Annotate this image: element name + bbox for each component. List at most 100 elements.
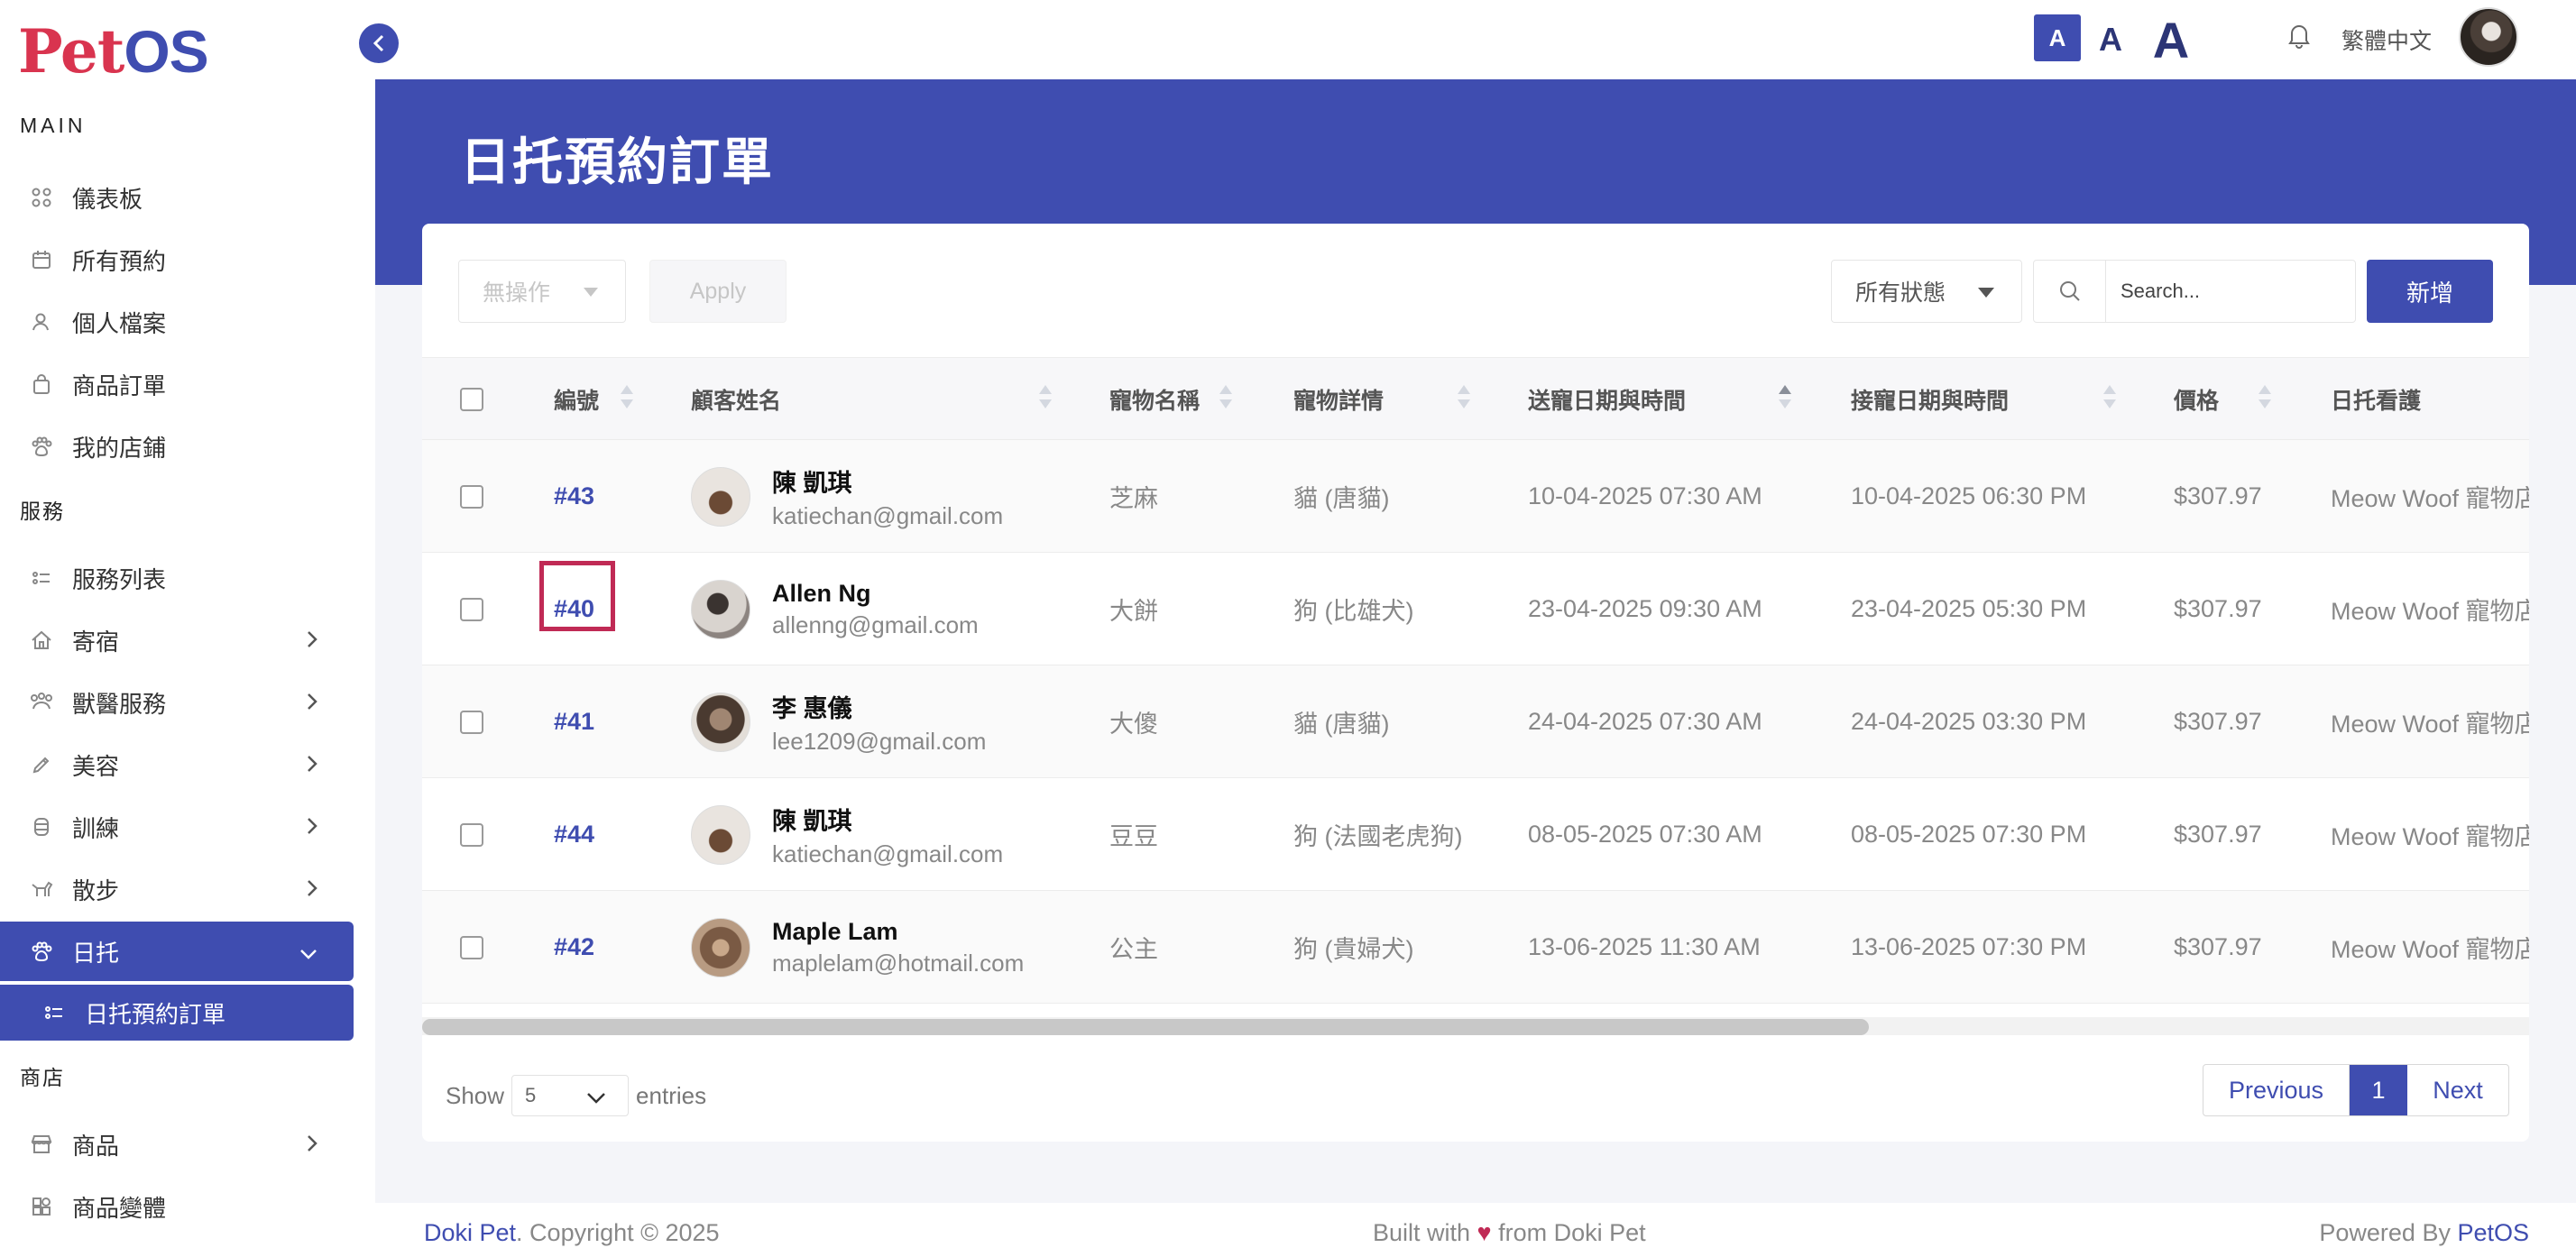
sidebar-item-daycare-orders[interactable]: 日托預約訂單	[0, 985, 354, 1041]
sort-icon[interactable]	[1458, 385, 1470, 412]
sidebar-item-all-bookings[interactable]: 所有預約	[0, 230, 354, 289]
order-id-link[interactable]: #44	[554, 778, 594, 891]
sort-asc-icon[interactable]	[1779, 385, 1791, 412]
daycare-carer: Meow Woof 寵物店	[2331, 485, 2529, 512]
search-input[interactable]	[2106, 280, 2350, 303]
select-all-checkbox[interactable]	[460, 358, 483, 441]
page-size-select[interactable]: 5	[511, 1075, 630, 1116]
chevron-down-icon	[586, 1087, 606, 1110]
col-pickup[interactable]: 接寵日期與時間	[1851, 358, 2009, 441]
pickup-datetime: 13-06-2025 07:30 PM	[1851, 933, 2087, 960]
footer-powered-by: Powered By PetOS	[2319, 1219, 2529, 1247]
row-checkbox[interactable]	[460, 665, 483, 778]
page-size-value: 5	[525, 1084, 537, 1106]
col-pet-name[interactable]: 寵物名稱	[1109, 358, 1200, 441]
row-checkbox[interactable]	[460, 891, 483, 1004]
chevron-down-icon	[299, 938, 317, 966]
search-icon	[2034, 261, 2106, 322]
dropoff-datetime: 23-04-2025 09:30 AM	[1528, 595, 1762, 622]
sidebar-item-my-shop[interactable]: 我的店鋪	[0, 417, 354, 476]
daycare-carer: Meow Woof 寵物店	[2331, 936, 2529, 963]
footer-copyright: Doki Pet. Copyright © 2025	[424, 1219, 720, 1247]
sidebar-item-training[interactable]: 訓練	[0, 797, 354, 857]
row-checkbox[interactable]	[460, 553, 483, 665]
search-box	[2033, 260, 2356, 323]
table-row[interactable]: #44 陳 凱琪 katiechan@gmail.com 豆豆 狗 (法國老虎狗)…	[422, 778, 2529, 891]
customer-name: 李 惠儀	[772, 694, 852, 722]
bulk-action-select[interactable]: 無操作	[458, 260, 626, 323]
collapse-sidebar-button[interactable]	[359, 23, 399, 63]
customer-cell: Maple Lam maplelam@hotmail.com	[691, 891, 1024, 1004]
sidebar-item-label: 服務列表	[72, 565, 167, 593]
customer-email: maplelam@hotmail.com	[772, 949, 1025, 977]
customer-cell: 陳 凱琪 katiechan@gmail.com	[691, 778, 1003, 891]
caret-down-icon	[584, 288, 598, 297]
bell-icon[interactable]	[2287, 22, 2311, 52]
sidebar-item-vet[interactable]: 獸醫服務	[0, 673, 354, 732]
customer-avatar	[691, 579, 750, 639]
grid-icon	[23, 188, 60, 207]
col-carer[interactable]: 日托看護	[2331, 358, 2421, 441]
order-id-link[interactable]: #41	[554, 665, 594, 778]
col-id[interactable]: 編號	[554, 358, 599, 441]
col-pet-detail[interactable]: 寵物詳情	[1293, 358, 1384, 441]
customer-avatar	[691, 466, 750, 527]
previous-page-button[interactable]: Previous	[2203, 1065, 2350, 1115]
row-checkbox[interactable]	[460, 778, 483, 891]
daycare-carer: Meow Woof 寵物店	[2331, 823, 2529, 850]
sidebar-item-service-list[interactable]: 服務列表	[0, 548, 354, 608]
list-icon	[36, 1003, 72, 1023]
sidebar-item-products[interactable]: 商品	[0, 1115, 354, 1174]
house-icon	[23, 630, 60, 650]
page-1-button[interactable]: 1	[2350, 1065, 2407, 1115]
font-size-medium-button[interactable]: A	[2093, 0, 2129, 79]
language-selector[interactable]: 繁體中文	[2341, 23, 2432, 56]
col-dropoff[interactable]: 送寵日期與時間	[1528, 358, 1686, 441]
pet-name: 豆豆	[1109, 823, 1158, 850]
table-header: 編號 顧客姓名 寵物名稱 寵物詳情 送寵日期與時間 接寵日期與時間 價格 日托看…	[422, 357, 2529, 440]
sort-icon[interactable]	[1039, 385, 1052, 412]
sidebar-item-daycare[interactable]: 日托	[0, 922, 354, 981]
table-row[interactable]: #40 Allen Ng allenng@gmail.com 大餅 狗 (比雄犬)…	[422, 553, 2529, 665]
sidebar-item-product-orders[interactable]: 商品訂單	[0, 354, 354, 414]
sort-icon[interactable]	[2259, 385, 2271, 412]
highlight-box	[539, 561, 615, 631]
status-filter-select[interactable]: 所有狀態	[1831, 260, 2022, 323]
store-icon	[23, 1134, 60, 1154]
petos-logo[interactable]: PetOS	[18, 16, 209, 87]
col-price[interactable]: 價格	[2174, 358, 2219, 441]
footer-company-link[interactable]: Doki Pet	[424, 1219, 516, 1246]
sort-icon[interactable]	[1219, 385, 1232, 412]
section-shop: 商店	[20, 1066, 65, 1089]
user-avatar[interactable]	[2459, 7, 2518, 67]
pet-name: 大傻	[1109, 711, 1158, 738]
sidebar-item-label: 美容	[72, 752, 120, 780]
row-checkbox[interactable]	[460, 440, 483, 553]
footer-powered-link[interactable]: PetOS	[2457, 1219, 2529, 1246]
price: $307.97	[2174, 821, 2262, 848]
next-page-button[interactable]: Next	[2407, 1065, 2508, 1115]
apply-button[interactable]: Apply	[649, 260, 787, 323]
sidebar-item-dashboard[interactable]: 儀表板	[0, 168, 354, 227]
sort-icon[interactable]	[2103, 385, 2116, 412]
sidebar-item-product-variants[interactable]: 商品變體	[0, 1177, 354, 1236]
horizontal-scrollbar-thumb[interactable]	[422, 1019, 1869, 1035]
pet-name: 大餅	[1109, 598, 1158, 625]
table-row[interactable]: #41 李 惠儀 lee1209@gmail.com 大傻 貓 (唐貓) 24-0…	[422, 665, 2529, 778]
sidebar-item-boarding[interactable]: 寄宿	[0, 610, 354, 670]
entries-label: entries	[636, 1081, 707, 1109]
table-row[interactable]: #42 Maple Lam maplelam@hotmail.com 公主 狗 (…	[422, 891, 2529, 1004]
add-button[interactable]: 新增	[2367, 260, 2493, 323]
sidebar-item-profile[interactable]: 個人檔案	[0, 292, 354, 352]
col-customer[interactable]: 顧客姓名	[691, 358, 781, 441]
sidebar-item-walking[interactable]: 散步	[0, 859, 354, 919]
page-title: 日托預約訂單	[460, 133, 774, 190]
sidebar-item-grooming[interactable]: 美容	[0, 735, 354, 794]
sort-icon[interactable]	[621, 385, 633, 412]
table-row[interactable]: #43 陳 凱琪 katiechan@gmail.com 芝麻 貓 (唐貓) 10…	[422, 440, 2529, 553]
footer-copyright-text: . Copyright © 2025	[516, 1219, 720, 1246]
font-size-large-button[interactable]: A	[2147, 0, 2195, 79]
font-size-small-button[interactable]: A	[2034, 14, 2081, 61]
order-id-link[interactable]: #43	[554, 440, 594, 553]
order-id-link[interactable]: #42	[554, 891, 594, 1004]
